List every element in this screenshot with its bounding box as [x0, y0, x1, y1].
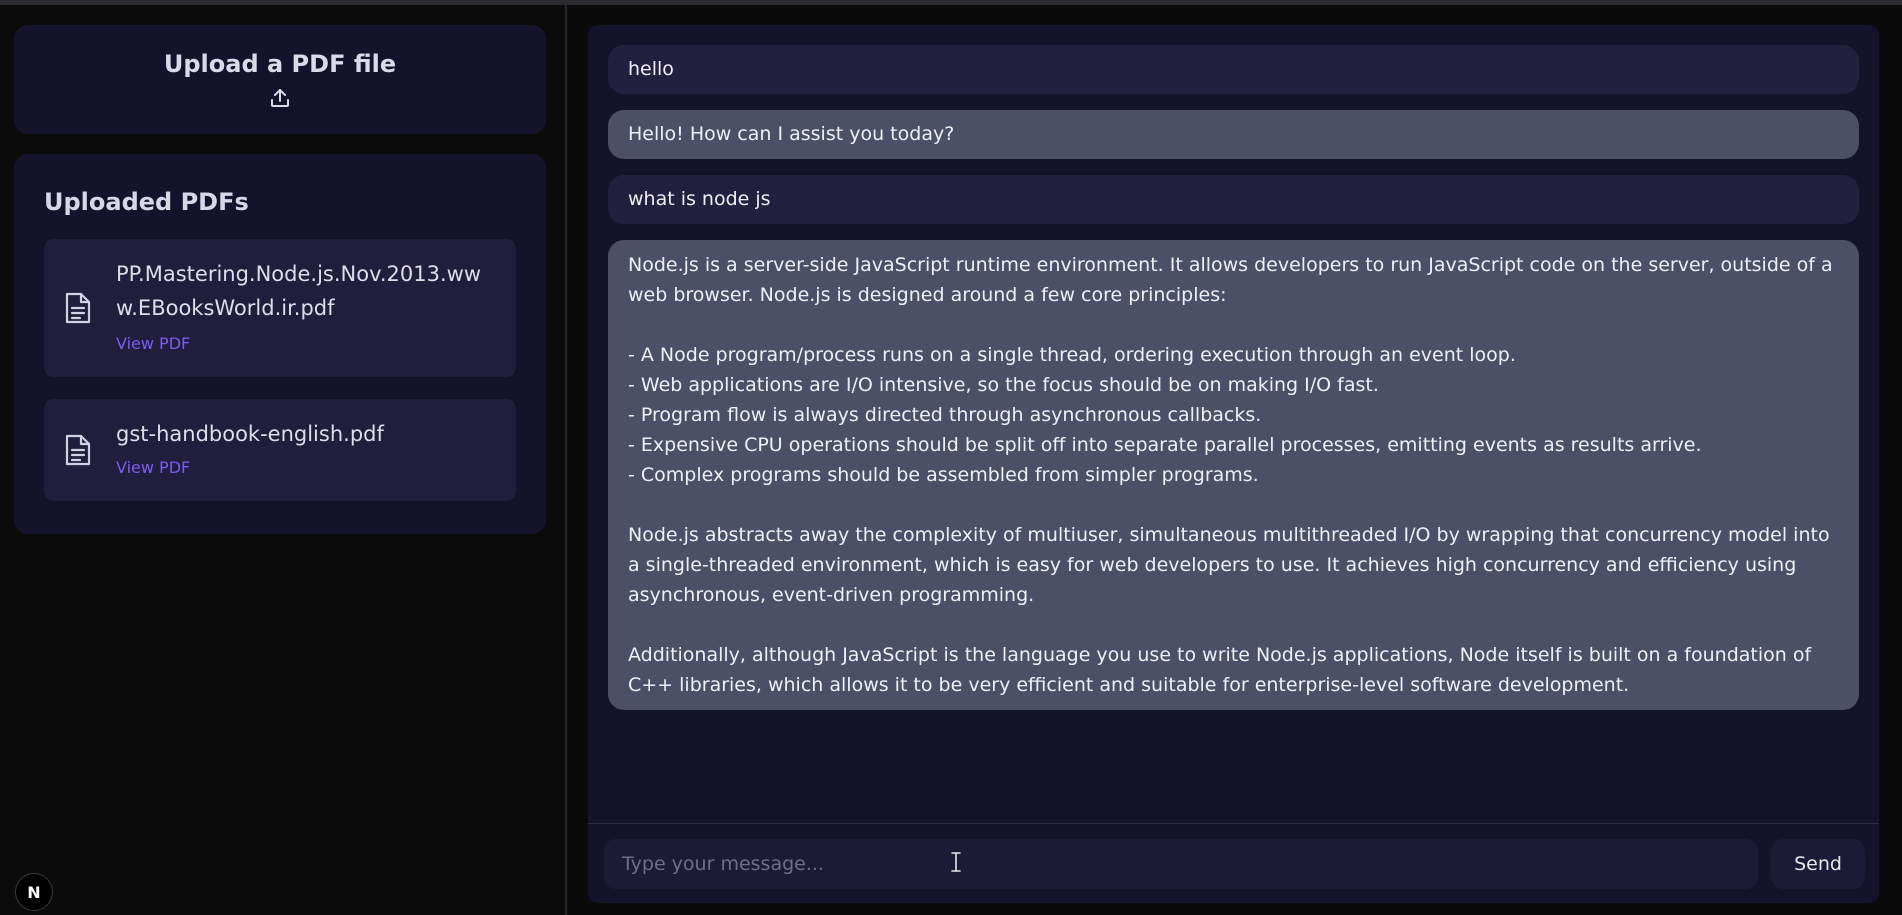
view-pdf-link[interactable]: View PDF	[116, 334, 190, 353]
chat-panel: hello Hello! How can I assist you today?…	[588, 25, 1879, 903]
message-bullet-list: - A Node program/process runs on a singl…	[628, 340, 1839, 490]
upload-icon	[271, 88, 289, 107]
upload-pdf-button[interactable]: Upload a PDF file	[14, 25, 546, 134]
pdf-filename: PP.Mastering.Node.js.Nov.2013.www.EBooks…	[116, 262, 482, 320]
input-divider	[588, 823, 1879, 824]
view-pdf-link[interactable]: View PDF	[116, 458, 190, 477]
uploaded-pdfs-title: Uploaded PDFs	[44, 188, 249, 216]
sidebar: Upload a PDF file Uploaded PDFs PP.Maste…	[0, 5, 567, 915]
uploaded-pdfs-panel: Uploaded PDFs PP.Mastering.Node.js.Nov.2…	[14, 154, 546, 534]
document-icon	[65, 434, 91, 466]
user-message: hello	[608, 45, 1859, 94]
text-cursor-icon	[951, 852, 961, 872]
pdf-list-item[interactable]: gst-handbook-english.pdf View PDF	[44, 399, 516, 501]
message-bullet: - Program flow is always directed throug…	[628, 404, 1262, 426]
send-button[interactable]: Send	[1771, 839, 1865, 889]
message-bullet: - Web applications are I/O intensive, so…	[628, 374, 1379, 396]
message-bullet: - Complex programs should be assembled f…	[628, 464, 1259, 486]
message-input[interactable]	[604, 839, 1758, 889]
pdf-list-item[interactable]: PP.Mastering.Node.js.Nov.2013.www.EBooks…	[44, 239, 516, 377]
upload-title: Upload a PDF file	[163, 49, 397, 78]
message-paragraph: Node.js is a server-side JavaScript runt…	[628, 254, 1833, 306]
assistant-message: Node.js is a server-side JavaScript runt…	[608, 240, 1859, 710]
message-paragraph: Node.js abstracts away the complexity of…	[628, 524, 1830, 606]
message-paragraph: Additionally, although JavaScript is the…	[628, 644, 1812, 696]
document-icon	[65, 292, 91, 324]
user-message: what is node js	[608, 175, 1859, 224]
message-bullet: - A Node program/process runs on a singl…	[628, 344, 1516, 366]
nextjs-dev-badge[interactable]: N	[15, 873, 53, 911]
pdf-filename: gst-handbook-english.pdf	[116, 422, 384, 446]
assistant-message: Hello! How can I assist you today?	[608, 110, 1859, 159]
message-bullet: - Expensive CPU operations should be spl…	[628, 434, 1702, 456]
